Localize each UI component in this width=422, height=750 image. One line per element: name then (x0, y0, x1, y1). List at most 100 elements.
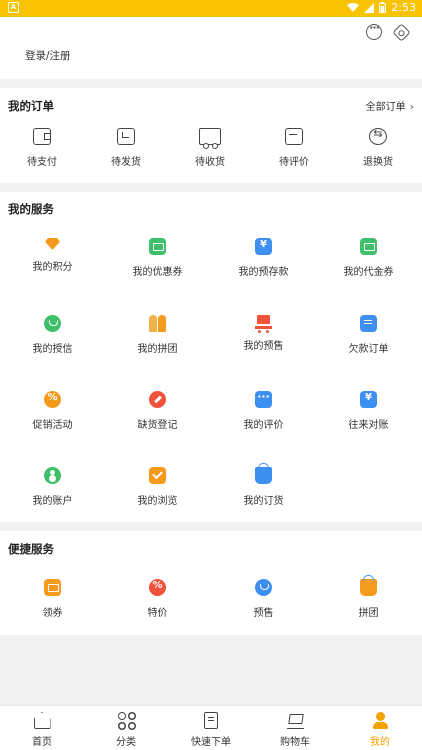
order-item-label: 退换货 (363, 157, 393, 168)
coupon-collect-icon (44, 579, 61, 596)
alarm-clock-icon (255, 579, 272, 596)
order-pending-shipment[interactable]: 待发货 (84, 128, 168, 168)
service-reviews[interactable]: 我的评价 (211, 390, 316, 431)
tab-label: 快速下单 (191, 737, 231, 748)
voucher-icon (360, 238, 377, 255)
service-deposit[interactable]: 我的预存款 (211, 238, 316, 278)
quick-services-section: 便捷服务 领券 特价 预售 拼团 (0, 531, 422, 635)
order-item-label: 待评价 (279, 157, 309, 168)
notification-icon: A (8, 2, 19, 13)
all-orders-link[interactable]: 全部订单 › (366, 98, 414, 113)
basket-icon (255, 463, 272, 484)
quick-coupons[interactable]: 领券 (0, 579, 105, 619)
deposit-icon (255, 238, 272, 255)
service-points[interactable]: 我的积分 (0, 238, 105, 273)
yuan-icon (360, 391, 377, 408)
login-register-link[interactable]: 登录/注册 (25, 48, 71, 63)
order-pending-receipt[interactable]: 待收货 (168, 128, 252, 168)
cart-icon (255, 315, 272, 333)
tab-category[interactable]: 分类 (84, 712, 168, 748)
chevron-right-icon: › (409, 100, 414, 113)
service-browsing[interactable]: 我的浏览 (105, 467, 210, 507)
order-returns[interactable]: 退换货 (336, 127, 420, 168)
status-icons: 2:53 (347, 1, 416, 14)
service-group-buy[interactable]: 我的拼团 (105, 315, 210, 355)
promotion-icon (44, 391, 61, 408)
service-label: 我的代金券 (343, 267, 394, 278)
service-account[interactable]: 我的账户 (0, 467, 105, 507)
quick-label: 特价 (147, 608, 168, 619)
service-credit[interactable]: 我的授信 (0, 315, 105, 355)
document-icon (360, 315, 377, 332)
quick-presale[interactable]: 预售 (211, 579, 316, 619)
service-arrears-orders[interactable]: 欠款订单 (316, 315, 421, 355)
order-pending-payment[interactable]: 待支付 (0, 128, 84, 168)
service-label: 缺货登记 (137, 420, 178, 431)
credit-icon (44, 315, 61, 332)
tab-quick-order[interactable]: 快速下单 (169, 712, 253, 748)
browse-icon (149, 467, 166, 484)
service-label: 欠款订单 (348, 344, 389, 355)
service-label: 我的订货 (243, 496, 284, 507)
exchange-icon (369, 127, 387, 145)
diamond-icon (45, 238, 60, 250)
service-label: 我的积分 (32, 262, 73, 273)
cart-icon (286, 712, 304, 729)
my-orders-title: 我的订单 (8, 99, 54, 113)
order-pending-review[interactable]: 待评价 (252, 128, 336, 168)
service-my-orders-goods[interactable]: 我的订货 (211, 463, 316, 507)
order-item-label: 待支付 (27, 157, 57, 168)
tab-cart[interactable]: 购物车 (253, 712, 337, 748)
clock: 2:53 (391, 1, 416, 14)
category-icon (117, 712, 135, 729)
service-presale[interactable]: 我的预售 (211, 315, 316, 352)
quick-label: 领券 (42, 608, 63, 619)
tab-home[interactable]: 首页 (0, 712, 84, 748)
service-label: 我的浏览 (137, 496, 178, 507)
service-reconciliation[interactable]: 往来对账 (316, 391, 421, 431)
account-icon (44, 467, 61, 484)
order-item-label: 待发货 (111, 157, 141, 168)
quick-order-icon (204, 712, 218, 729)
service-label: 促销活动 (32, 420, 73, 431)
chat-icon (255, 390, 272, 408)
user-icon (372, 712, 389, 729)
more-icon[interactable] (366, 21, 382, 40)
settings-icon[interactable] (392, 23, 411, 42)
service-coupons[interactable]: 我的优惠券 (105, 238, 210, 278)
quick-label: 拼团 (358, 608, 379, 619)
group-icon (149, 315, 166, 332)
service-label: 我的授信 (32, 344, 73, 355)
my-orders-section: 我的订单 全部订单› 待支付 待发货 待收货 待评价 退换货 (0, 88, 422, 183)
service-label: 我的拼团 (137, 344, 178, 355)
wallet-icon (33, 128, 51, 145)
coupon-icon (149, 238, 166, 255)
quick-label: 预售 (253, 608, 274, 619)
service-label: 我的评价 (243, 420, 284, 431)
service-vouchers[interactable]: 我的代金券 (316, 238, 421, 278)
service-out-of-stock[interactable]: 缺货登记 (105, 391, 210, 431)
truck-icon (199, 128, 221, 149)
tab-label: 我的 (370, 737, 390, 748)
order-item-label: 待收货 (195, 157, 225, 168)
tab-label: 分类 (116, 737, 136, 748)
profile-header: 登录/注册 (0, 17, 422, 79)
tab-label: 首页 (32, 737, 52, 748)
wifi-icon (347, 2, 360, 12)
service-label: 往来对账 (348, 420, 389, 431)
battery-icon (379, 2, 387, 13)
status-bar: A 2:53 (0, 0, 422, 17)
pen-icon (149, 391, 166, 408)
box-icon (117, 128, 135, 145)
service-label: 我的预售 (243, 341, 284, 352)
quick-group-buy[interactable]: 拼团 (316, 575, 421, 619)
tab-mine[interactable]: 我的 (338, 712, 422, 748)
group-bag-icon (360, 575, 377, 596)
tab-label: 购物车 (280, 737, 310, 748)
quick-special-offer[interactable]: 特价 (105, 579, 210, 619)
service-promotions[interactable]: 促销活动 (0, 391, 105, 431)
service-label: 我的优惠券 (132, 267, 183, 278)
all-orders-label: 全部订单 (365, 102, 406, 113)
my-services-title: 我的服务 (8, 202, 54, 216)
quick-services-title: 便捷服务 (8, 542, 54, 556)
